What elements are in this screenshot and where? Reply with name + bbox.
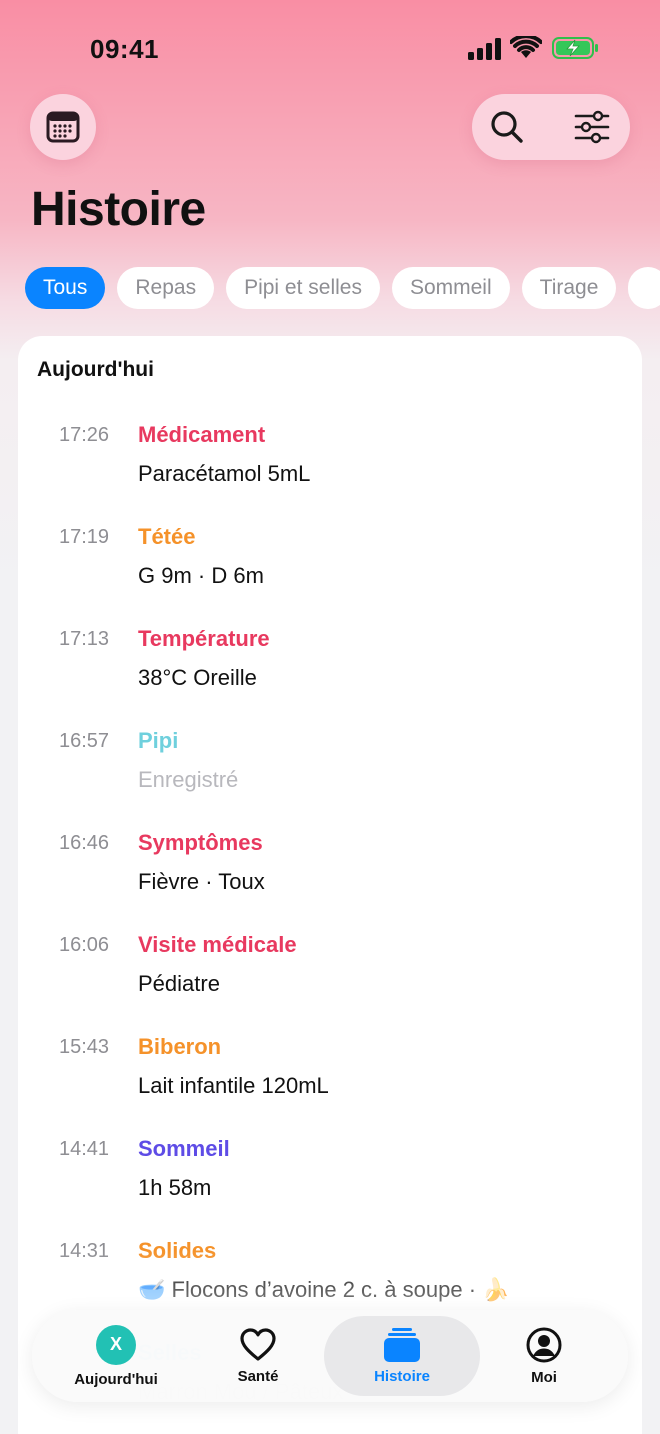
history-entry[interactable]: 16:06 Visite médicale Pédiatre bbox=[18, 932, 642, 1014]
entry-category: Sommeil bbox=[138, 1136, 230, 1161]
child-avatar: X bbox=[96, 1324, 136, 1365]
section-title-today: Aujourd'hui bbox=[37, 358, 154, 381]
entry-detail: 1h 58m bbox=[138, 1175, 212, 1200]
tab-bar: X Aujourd'hui Santé Histoire Moi bbox=[32, 1310, 628, 1402]
chip-sommeil[interactable]: Sommeil bbox=[391, 267, 510, 309]
tab-history-label: Histoire bbox=[374, 1367, 430, 1385]
calendar-button[interactable] bbox=[30, 94, 96, 160]
stacked-cards-icon bbox=[384, 1327, 420, 1362]
tab-health-label: Santé bbox=[237, 1367, 279, 1385]
page-title: Histoire bbox=[31, 183, 206, 236]
heart-icon bbox=[240, 1327, 276, 1361]
entry-detail: Pédiatre bbox=[138, 971, 220, 996]
wifi-icon bbox=[510, 36, 542, 58]
entry-category: Biberon bbox=[138, 1034, 222, 1059]
entry-time: 17:13 bbox=[59, 628, 110, 650]
entry-category: Tétée bbox=[138, 524, 196, 549]
filter-chips: Tous Repas Pipi et selles Sommeil Tirage bbox=[25, 267, 660, 309]
entry-time: 16:46 bbox=[59, 832, 110, 854]
entry-category: Température bbox=[138, 626, 270, 651]
chip-tirage[interactable]: Tirage bbox=[521, 267, 617, 309]
status-bar: 09:41 bbox=[0, 0, 660, 96]
entry-detail: 38°C Oreille bbox=[138, 665, 257, 690]
tab-health[interactable]: Santé bbox=[208, 1310, 308, 1402]
cellular-signal-icon bbox=[468, 38, 501, 60]
entry-detail: Paracétamol 5mL bbox=[138, 461, 311, 486]
battery-charging-icon bbox=[552, 37, 598, 59]
entry-time: 16:57 bbox=[59, 730, 110, 752]
entry-detail: Fièvre · Toux bbox=[138, 869, 265, 894]
history-entry[interactable]: 16:46 Symptômes Fièvre · Toux bbox=[18, 830, 642, 912]
entry-detail: G 9m · D 6m bbox=[138, 563, 264, 588]
entry-category: Pipi bbox=[138, 728, 179, 753]
chip-tous[interactable]: Tous bbox=[25, 267, 106, 309]
history-entry[interactable]: 16:57 Pipi Enregistré bbox=[18, 728, 642, 810]
search-filter-group bbox=[472, 94, 630, 160]
tab-me[interactable]: Moi bbox=[494, 1310, 594, 1402]
history-entry[interactable]: 17:19 Tétée G 9m · D 6m bbox=[18, 524, 642, 606]
entry-category: Symptômes bbox=[138, 830, 263, 855]
entry-time: 16:06 bbox=[59, 934, 110, 956]
entry-time: 17:26 bbox=[59, 424, 110, 446]
calendar-icon bbox=[46, 111, 80, 143]
entry-time: 14:41 bbox=[59, 1138, 110, 1160]
entry-category: Médicament bbox=[138, 422, 266, 447]
search-icon[interactable] bbox=[490, 110, 524, 144]
chip-pipi-selles[interactable]: Pipi et selles bbox=[226, 267, 380, 309]
entry-detail: Lait infantile 120mL bbox=[138, 1073, 329, 1098]
entry-time: 15:43 bbox=[59, 1036, 110, 1058]
tab-history[interactable]: Histoire bbox=[324, 1316, 480, 1396]
chip-more[interactable] bbox=[628, 267, 660, 309]
tab-today-label: Aujourd'hui bbox=[74, 1370, 158, 1388]
history-entry[interactable]: 15:43 Biberon Lait infantile 120mL bbox=[18, 1034, 642, 1116]
history-entry[interactable]: 17:13 Température 38°C Oreille bbox=[18, 626, 642, 708]
chip-repas[interactable]: Repas bbox=[117, 267, 215, 309]
sliders-filter-icon[interactable] bbox=[574, 110, 610, 144]
tab-today[interactable]: X Aujourd'hui bbox=[60, 1310, 172, 1402]
status-time: 09:41 bbox=[90, 34, 159, 64]
tab-me-label: Moi bbox=[531, 1368, 557, 1386]
history-entry[interactable]: 17:26 Médicament Paracétamol 5mL bbox=[18, 422, 642, 504]
entry-category: Visite médicale bbox=[138, 932, 297, 957]
person-circle-icon bbox=[526, 1327, 562, 1362]
history-entry[interactable]: 14:41 Sommeil 1h 58m bbox=[18, 1136, 642, 1218]
entry-time: 17:19 bbox=[59, 526, 110, 548]
entry-detail: Enregistré bbox=[138, 767, 239, 792]
